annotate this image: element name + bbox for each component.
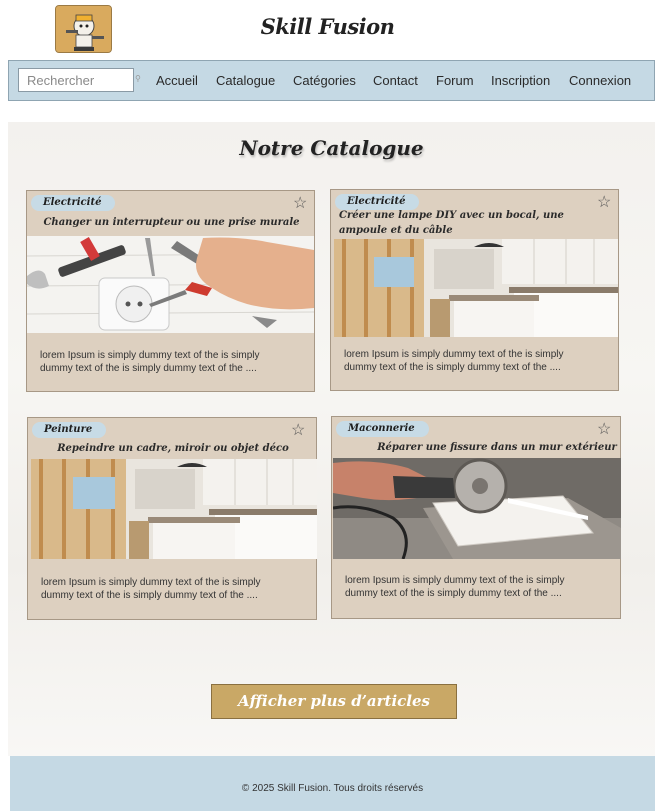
page-title: Notre Catalogue <box>239 136 424 160</box>
tools-outlet-image <box>27 236 314 333</box>
favorite-star-icon[interactable]: ☆ <box>291 420 305 440</box>
nav-item-forum[interactable]: Forum <box>436 73 474 88</box>
site-title: Skill Fusion <box>260 14 395 39</box>
favorite-star-icon[interactable]: ☆ <box>293 193 307 213</box>
kitchen-renovation-image <box>334 239 618 337</box>
nav-item-catalogue[interactable]: Catalogue <box>216 73 275 88</box>
footer: © 2025 Skill Fusion. Tous droits réservé… <box>10 756 655 811</box>
category-tag[interactable]: Electricité <box>31 195 116 211</box>
card-image[interactable] <box>27 236 314 333</box>
kitchen-renovation-image <box>31 459 317 559</box>
search-icon[interactable]: ⚲ <box>135 75 142 83</box>
card-excerpt: lorem Ipsum is simply dummy text of the … <box>344 349 564 373</box>
card-image[interactable] <box>333 458 621 559</box>
article-card[interactable]: Electricité ☆ Changer un interrupteur ou… <box>26 190 315 392</box>
article-card[interactable]: Peinture ☆ Repeindre un cadre, miroir ou… <box>27 417 317 620</box>
card-image[interactable] <box>31 459 317 559</box>
card-excerpt: lorem Ipsum is simply dummy text of the … <box>345 575 565 599</box>
article-card[interactable]: Maconnerie ☆ Réparer une fissure dans un… <box>331 416 621 619</box>
card-excerpt: lorem Ipsum is simply dummy text of the … <box>40 350 260 374</box>
category-tag[interactable]: Maconnerie <box>336 421 429 437</box>
tile-cutting-image <box>333 458 621 559</box>
article-card[interactable]: Electricité ☆ Créer une lampe DIY avec u… <box>330 189 619 391</box>
card-excerpt: lorem Ipsum is simply dummy text of the … <box>41 577 261 601</box>
nav-item-connexion[interactable]: Connexion <box>569 73 631 88</box>
favorite-star-icon[interactable]: ☆ <box>597 419 611 439</box>
card-image[interactable] <box>334 239 618 337</box>
nav-item-accueil[interactable]: Accueil <box>156 73 198 88</box>
nav-item-contact[interactable]: Contact <box>373 73 418 88</box>
show-more-button[interactable]: Afficher plus d’articles <box>211 684 457 719</box>
search-input[interactable] <box>18 68 134 92</box>
card-title[interactable]: Changer un interrupteur ou une prise mur… <box>27 215 316 230</box>
copyright-text: © 2025 Skill Fusion. Tous droits réservé… <box>241 783 424 794</box>
card-title[interactable]: Repeindre un cadre, miroir ou objet déco <box>28 441 318 456</box>
navbar: ⚲ Accueil Catalogue Catégories Contact F… <box>8 60 655 101</box>
nav-item-categories[interactable]: Catégories <box>293 73 356 88</box>
category-tag[interactable]: Peinture <box>32 422 107 438</box>
card-title[interactable]: Réparer une fissure dans un mur extérieu… <box>372 440 622 455</box>
card-title[interactable]: Créer une lampe DIY avec un bocal, une a… <box>339 208 611 238</box>
nav-item-inscription[interactable]: Inscription <box>491 73 550 88</box>
